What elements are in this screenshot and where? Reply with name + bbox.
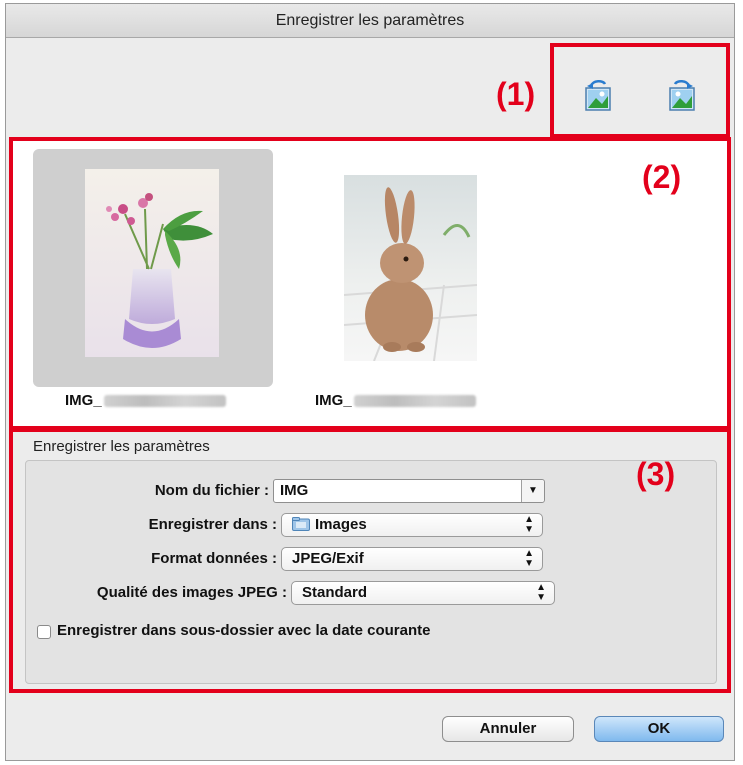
highlight-box-2	[9, 137, 731, 430]
marker-3: (3)	[636, 456, 676, 492]
cancel-button[interactable]: Annuler	[442, 716, 574, 742]
rotate-right-icon	[669, 80, 695, 111]
dialog-title: Enregistrer les paramètres	[6, 4, 734, 38]
toolbar: (1)	[6, 38, 734, 138]
highlight-box-3	[9, 428, 731, 693]
rotate-left-button[interactable]	[577, 76, 619, 118]
rotate-left-icon	[585, 80, 611, 111]
save-settings-dialog: Enregistrer les paramètres (1) IMG_ IMG_…	[5, 3, 735, 761]
marker-1: (1)	[496, 76, 536, 112]
marker-2: (2)	[642, 159, 682, 195]
ok-button[interactable]: OK	[594, 716, 724, 742]
rotate-right-button[interactable]	[661, 76, 703, 118]
